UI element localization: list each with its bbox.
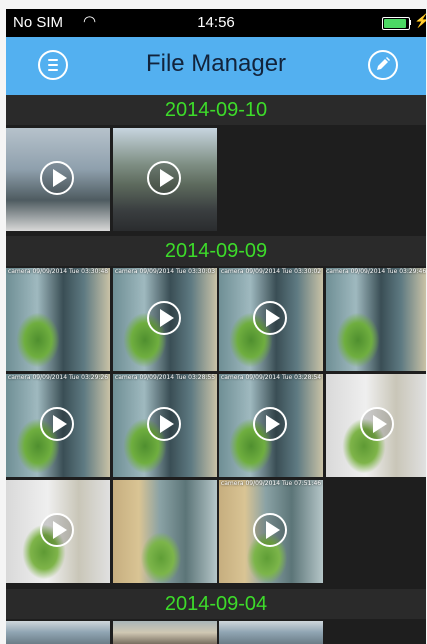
phone-screen: No SIM ◠ 14:56 ⚡ File Manager 2014-09-10 bbox=[6, 9, 426, 644]
thumbnail-timestamp: camera 09/09/2014 Tue 03:30:48 bbox=[7, 268, 109, 275]
media-thumbnail[interactable]: camera 09/09/2014 Tue 03:30:02 bbox=[219, 268, 323, 371]
battery-tip bbox=[409, 20, 411, 25]
play-icon bbox=[360, 407, 394, 441]
navigation-bar: File Manager bbox=[6, 37, 426, 95]
media-thumbnail[interactable] bbox=[113, 480, 217, 583]
play-icon bbox=[147, 161, 181, 195]
media-thumbnail[interactable] bbox=[219, 621, 323, 644]
pencil-icon bbox=[377, 57, 390, 70]
media-thumbnail[interactable] bbox=[326, 374, 426, 477]
edit-button[interactable] bbox=[368, 50, 398, 80]
section-header-2014-09-04: 2014-09-04 bbox=[6, 589, 426, 619]
media-thumbnail[interactable]: camera 09/09/2014 Tue 03:29:46 bbox=[326, 268, 426, 371]
section-header-2014-09-10: 2014-09-10 bbox=[6, 95, 426, 125]
thumbnail-timestamp: camera 09/09/2014 Tue 03:29:46 bbox=[326, 268, 426, 275]
thumbnail-timestamp: camera 09/09/2014 Tue 03:28:54 bbox=[220, 374, 322, 381]
thumbnail-timestamp: camera 09/09/2014 Tue 03:28:55 bbox=[114, 374, 216, 381]
section-header-2014-09-09: 2014-09-09 bbox=[6, 236, 426, 266]
thumbnail-timestamp bbox=[6, 480, 110, 491]
media-thumbnail[interactable]: camera 09/09/2014 Tue 03:28:54 bbox=[219, 374, 323, 477]
clock: 14:56 bbox=[197, 14, 235, 31]
media-thumbnail[interactable] bbox=[113, 621, 217, 644]
media-thumbnail[interactable]: camera 09/09/2014 Tue 03:30:48 bbox=[6, 268, 110, 371]
status-bar: No SIM ◠ 14:56 ⚡ bbox=[6, 9, 426, 37]
bolt-icon: ⚡ bbox=[414, 13, 426, 28]
page-title: File Manager bbox=[145, 50, 287, 77]
thumbnail-timestamp: camera 09/09/2014 Tue 03:30:03 bbox=[114, 268, 216, 275]
thumbnail-timestamp bbox=[113, 128, 217, 139]
play-icon bbox=[253, 407, 287, 441]
thumbnail-timestamp: camera 09/09/2014 Tue 03:30:02 bbox=[220, 268, 322, 275]
play-icon bbox=[40, 161, 74, 195]
media-thumbnail[interactable] bbox=[6, 480, 110, 583]
play-icon bbox=[40, 407, 74, 441]
play-icon bbox=[40, 513, 74, 547]
media-thumbnail[interactable] bbox=[6, 621, 110, 644]
media-thumbnail[interactable] bbox=[113, 128, 217, 231]
media-thumbnail[interactable]: camera 09/09/2014 Tue 03:30:03 bbox=[113, 268, 217, 371]
play-icon bbox=[253, 513, 287, 547]
media-thumbnail[interactable]: camera 09/09/2014 Tue 07:51:46 bbox=[219, 480, 323, 583]
thumbnail-timestamp bbox=[326, 374, 426, 385]
thumbnail-timestamp bbox=[113, 480, 217, 491]
thumbnail-timestamp: camera 09/09/2014 Tue 03:29:26 bbox=[7, 374, 109, 381]
play-icon bbox=[147, 407, 181, 441]
media-thumbnail[interactable] bbox=[6, 128, 110, 231]
play-icon bbox=[147, 301, 181, 335]
battery-icon bbox=[382, 17, 410, 30]
thumbnail-timestamp bbox=[6, 128, 110, 139]
battery-fill bbox=[384, 19, 406, 28]
media-thumbnail[interactable]: camera 09/09/2014 Tue 03:28:55 bbox=[113, 374, 217, 477]
play-icon bbox=[253, 301, 287, 335]
thumbnail-timestamp: camera 09/09/2014 Tue 07:51:46 bbox=[220, 480, 322, 487]
media-thumbnail[interactable]: camera 09/09/2014 Tue 03:29:26 bbox=[6, 374, 110, 477]
